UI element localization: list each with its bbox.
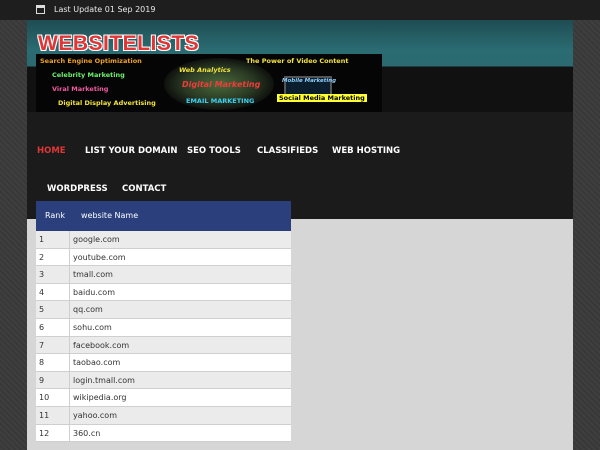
column-header-rank: Rank — [45, 211, 65, 220]
website-link[interactable]: login.tmall.com — [73, 372, 135, 389]
website-link[interactable]: qq.com — [73, 301, 103, 318]
website-rank-table: Rank website Name 1 google.com 2 youtube.c… — [36, 201, 291, 443]
table-row: 7 facebook.com — [36, 336, 291, 355]
rank-cell: 4 — [36, 283, 70, 301]
site-header: WEBSITELISTS Search Engine Optimization … — [27, 20, 573, 112]
website-link[interactable]: sohu.com — [73, 319, 112, 336]
banner-text-viral: Viral Marketing — [52, 85, 109, 93]
rank-cell: 11 — [36, 406, 70, 424]
rank-cell: 1 — [36, 231, 70, 248]
nav-item-list-your-domain[interactable]: LIST YOUR DOMAIN — [85, 146, 178, 156]
website-link[interactable]: 360.cn — [73, 425, 100, 442]
website-link[interactable]: google.com — [73, 231, 120, 248]
last-update-text: Last Update 01 Sep 2019 — [54, 5, 156, 14]
table-row: 8 taobao.com — [36, 354, 291, 372]
table-body: 1 google.com 2 youtube.com 3 tmall.com 4 bai… — [36, 231, 291, 443]
website-link[interactable]: baidu.com — [73, 284, 115, 301]
rank-cell: 3 — [36, 266, 70, 283]
nav-item-contact[interactable]: CONTACT — [122, 184, 166, 194]
nav-item-web-hosting[interactable]: WEB HOSTING — [332, 146, 400, 156]
table-row: 1 google.com — [36, 231, 291, 249]
banner-text-digital: Digital Marketing — [182, 80, 261, 89]
site-logo-title[interactable]: WEBSITELISTS — [38, 32, 199, 56]
banner-text-analytics: Web Analytics — [179, 66, 231, 74]
rank-cell: 2 — [36, 248, 70, 266]
table-row: 6 sohu.com — [36, 318, 291, 337]
table-row: 10 wikipedia.org — [36, 389, 291, 407]
website-link[interactable]: wikipedia.org — [73, 389, 127, 406]
table-row: 2 youtube.com — [36, 248, 291, 267]
nav-item-wordpress[interactable]: WORDPRESS — [47, 184, 108, 194]
banner-text-display: Digital Display Advertising — [58, 99, 156, 107]
table-row: 12 360.cn — [36, 424, 291, 443]
rank-cell: 9 — [36, 371, 70, 389]
table-row: 11 yahoo.com — [36, 406, 291, 425]
table-header: Rank website Name — [36, 201, 291, 231]
website-link[interactable]: facebook.com — [73, 337, 129, 354]
banner-text-seo: Search Engine Optimization — [40, 57, 142, 65]
nav-item-classifieds[interactable]: CLASSIFIEDS — [257, 146, 318, 156]
calendar-icon — [36, 5, 45, 14]
website-link[interactable]: tmall.com — [73, 266, 113, 283]
nav-item-seo-tools[interactable]: SEO TOOLS — [187, 146, 241, 156]
column-header-website-name: website Name — [81, 211, 139, 220]
rank-cell: 12 — [36, 424, 70, 442]
top-bar: Last Update 01 Sep 2019 — [0, 0, 600, 20]
rank-cell: 5 — [36, 301, 70, 318]
banner-text-mobile: Mobile Marketing — [282, 78, 337, 84]
banner-text-social: Social Media Marketing — [277, 94, 367, 102]
rank-cell: 10 — [36, 389, 70, 406]
banner-text-email: EMAIL MARKETING — [186, 97, 255, 105]
table-row: 3 tmall.com — [36, 266, 291, 284]
banner-text-celebrity: Celebrity Marketing — [52, 71, 125, 79]
table-row: 4 baidu.com — [36, 283, 291, 302]
rank-cell: 6 — [36, 318, 70, 336]
rank-cell: 8 — [36, 354, 70, 371]
rank-cell: 7 — [36, 336, 70, 354]
table-row: 5 qq.com — [36, 301, 291, 319]
website-link[interactable]: youtube.com — [73, 249, 126, 266]
banner-text-video: The Power of Video Content — [246, 57, 349, 65]
table-row: 9 login.tmall.com — [36, 371, 291, 390]
website-link[interactable]: taobao.com — [73, 354, 120, 371]
header-banner-image: Search Engine Optimization The Power of … — [36, 54, 382, 112]
website-link[interactable]: yahoo.com — [73, 407, 117, 424]
page-container: WEBSITELISTS Search Engine Optimization … — [27, 20, 573, 450]
nav-item-home[interactable]: HOME — [37, 146, 66, 156]
